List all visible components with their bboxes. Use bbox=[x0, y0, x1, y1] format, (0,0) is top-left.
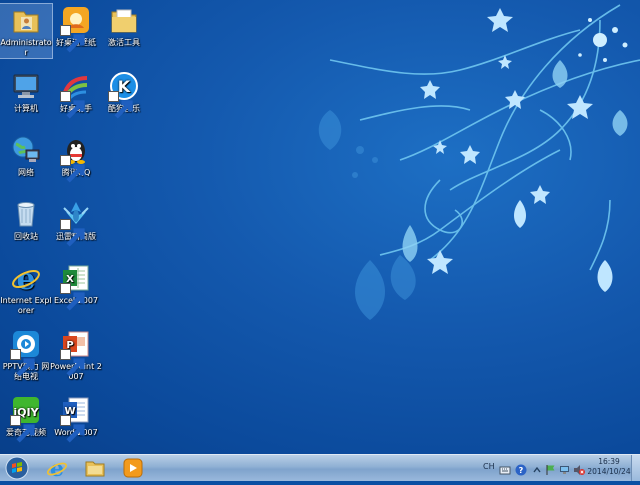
qq-icon bbox=[60, 134, 92, 183]
desktop-icon-iqiyi[interactable]: iQIY 爱奇艺视频 bbox=[0, 394, 52, 443]
icon-label: 计算机 bbox=[14, 104, 38, 113]
powerpoint-icon: P bbox=[60, 328, 92, 377]
shortcut-arrow-icon bbox=[60, 415, 85, 443]
desktop-icon-excel-2007[interactable]: X Excel 2007 bbox=[50, 262, 102, 311]
clock-date: 2014/10/24 bbox=[587, 467, 631, 476]
shortcut-arrow-icon bbox=[60, 25, 85, 53]
volume-muted-icon[interactable] bbox=[573, 461, 585, 475]
desktop-icon-administrator[interactable]: Administrator bbox=[0, 3, 53, 59]
desktop-icon-kugou-music[interactable]: K 酷狗音乐 bbox=[98, 70, 150, 119]
desktop-icon-desktop-assistant[interactable]: 好桌助手 bbox=[50, 70, 102, 119]
help-icon[interactable]: ? bbox=[515, 461, 527, 476]
desktop-icon-powerpoint-2007[interactable]: P PowerPoint 2007 bbox=[50, 328, 102, 382]
action-center-flag-icon[interactable] bbox=[545, 461, 557, 475]
user-folder-icon bbox=[10, 4, 42, 36]
desktop-icon-xunlei[interactable]: 迅雷精简版 bbox=[50, 198, 102, 247]
folder-icon bbox=[108, 4, 140, 36]
icon-label: 网络 bbox=[18, 168, 34, 177]
desktop-icon-network[interactable]: 网络 bbox=[0, 134, 52, 178]
wallpaper-app-icon bbox=[60, 4, 92, 53]
media-player-icon bbox=[123, 458, 143, 478]
desktop-icon-tencent-qq[interactable]: 腾讯QQ bbox=[50, 134, 102, 183]
icon-label: Internet Explorer bbox=[0, 296, 52, 315]
language-indicator[interactable]: CH bbox=[483, 462, 495, 471]
shortcut-arrow-icon bbox=[60, 219, 85, 247]
taskbar-pin-explorer[interactable] bbox=[78, 456, 112, 480]
taskbar-pin-media-player[interactable] bbox=[116, 456, 150, 480]
desktop-icon-pptv[interactable]: PPTV聚力 网络电视 bbox=[0, 328, 52, 382]
folder-icon bbox=[85, 461, 105, 477]
icon-label: 回收站 bbox=[14, 232, 38, 241]
desktop-icon-word-2007[interactable]: W Word 2007 bbox=[50, 394, 102, 443]
desktop-icon-recycle-bin[interactable]: 回收站 bbox=[0, 198, 52, 242]
shortcut-arrow-icon bbox=[10, 349, 35, 377]
desktop-icon-internet-explorer[interactable]: e Internet Explorer bbox=[0, 262, 52, 316]
shortcut-arrow-icon bbox=[10, 415, 35, 443]
input-method-icon[interactable] bbox=[499, 461, 511, 475]
excel-icon: X bbox=[60, 262, 92, 311]
kugou-icon: K bbox=[108, 70, 140, 119]
shortcut-arrow-icon bbox=[60, 283, 85, 311]
clock-time: 16:39 bbox=[598, 457, 620, 466]
taskbar: e CH ? 16:39 2014/10/24 bbox=[0, 454, 640, 481]
network-icon bbox=[10, 134, 42, 166]
desktop-icon-activation-tools[interactable]: 激活工具 bbox=[98, 4, 150, 48]
svg-text:e: e bbox=[16, 262, 35, 294]
desktop-assistant-icon bbox=[60, 70, 92, 119]
shortcut-arrow-icon bbox=[60, 91, 85, 119]
taskbar-pin-ie[interactable]: e bbox=[40, 456, 74, 480]
xunlei-icon bbox=[60, 198, 92, 247]
expand-tray-icon[interactable] bbox=[531, 461, 543, 473]
pptv-icon bbox=[10, 328, 42, 377]
windows-orb-icon bbox=[5, 456, 29, 480]
system-tray: CH ? 16:39 2014/10/24 bbox=[475, 455, 640, 481]
icon-label: Administrator bbox=[0, 38, 52, 57]
shortcut-arrow-icon bbox=[108, 91, 133, 119]
recycle-bin-icon bbox=[10, 198, 42, 230]
computer-icon bbox=[10, 70, 42, 102]
desktop-icon-computer[interactable]: 计算机 bbox=[0, 70, 52, 114]
ie-icon: e bbox=[10, 262, 42, 294]
svg-text:?: ? bbox=[519, 466, 524, 475]
icon-label: 激活工具 bbox=[108, 38, 140, 47]
word-icon: W bbox=[60, 394, 92, 443]
network-tray-icon[interactable] bbox=[559, 461, 571, 474]
iqiyi-icon: iQIY bbox=[10, 394, 42, 443]
shortcut-arrow-icon bbox=[60, 349, 85, 377]
show-desktop-button[interactable] bbox=[631, 455, 640, 481]
clock[interactable]: 16:39 2014/10/24 bbox=[587, 457, 631, 477]
desktop[interactable]: Administrator 计算机 网络 回收站 e Internet Expl… bbox=[0, 0, 640, 454]
start-button[interactable] bbox=[2, 455, 32, 481]
shortcut-arrow-icon bbox=[60, 155, 85, 183]
desktop-icon-wallpaper-app[interactable]: 好桌道壁纸 bbox=[50, 4, 102, 53]
ie-icon: e bbox=[46, 457, 68, 479]
